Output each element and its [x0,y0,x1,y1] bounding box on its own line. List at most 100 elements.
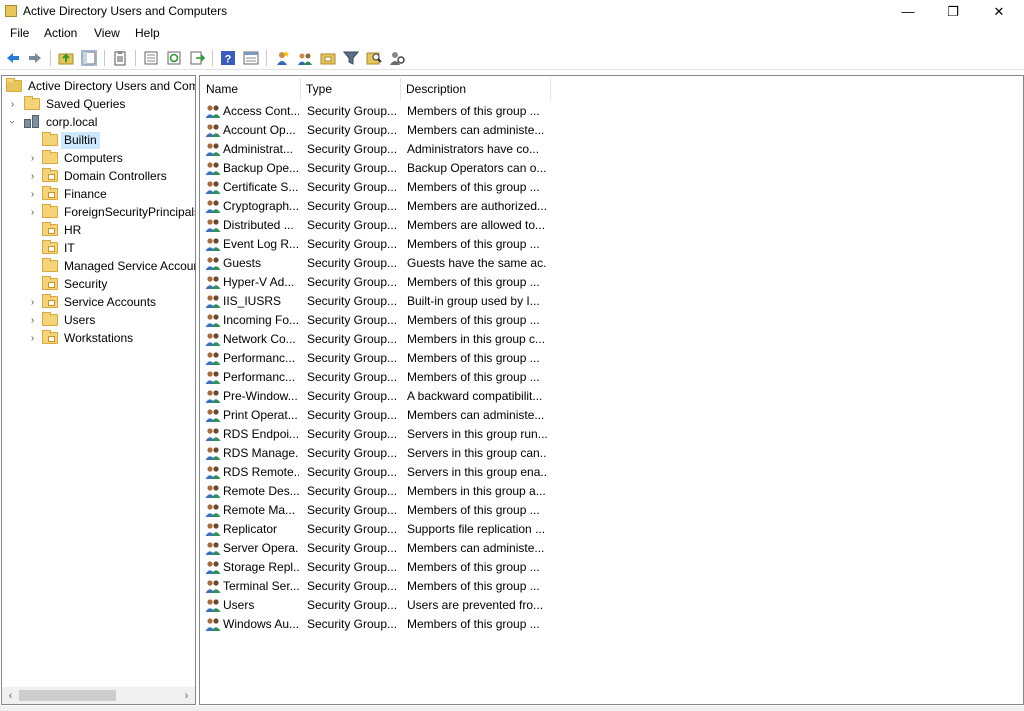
new-ou-icon[interactable] [320,50,336,66]
table-row[interactable]: Network Co... Security Group... Members in… [200,330,600,349]
tree-item[interactable]: HR [42,221,84,239]
tree-horizontal-scrollbar[interactable]: ‹ › [2,687,195,704]
expand-icon[interactable]: › [28,329,37,347]
table-row[interactable]: Event Log R... Security Group... Members o… [200,235,600,254]
cell-type: Security Group... [307,161,398,175]
cell-description: Members of this group ... [407,313,540,327]
table-row[interactable]: RDS Endpoi... Security Group... Servers in… [200,425,600,444]
table-row[interactable]: Incoming Fo... Security Group... Members o… [200,311,600,330]
folder-icon [42,312,58,326]
collapse-domain-icon[interactable]: › [4,118,22,127]
details-icon[interactable] [243,50,259,66]
cell-name: Replicator [223,522,278,536]
column-header-name[interactable]: Name [200,78,300,100]
cell-description: Members of this group ... [407,237,540,251]
tree-item[interactable]: Builtin [42,131,100,149]
table-row[interactable]: Remote Des... Security Group... Members in… [200,482,600,501]
table-row[interactable]: IIS_IUSRS Security Group... Built-in group… [200,292,600,311]
cell-description: Members of this group ... [407,370,540,384]
table-row[interactable]: Guests Security Group... Guests have the s… [200,254,600,273]
menu-action[interactable]: Action [44,26,77,40]
help-icon[interactable]: ? [220,50,236,66]
filter-icon[interactable] [343,50,359,66]
restore-button[interactable]: ❐ [930,0,976,23]
scroll-right-icon[interactable]: › [178,687,195,704]
security-group-icon [205,521,221,537]
table-row[interactable]: Print Operat... Security Group... Members … [200,406,600,425]
table-row[interactable]: Access Cont... Security Group... Members o… [200,102,600,121]
toolbar-separator [135,50,136,66]
expand-icon[interactable]: › [28,311,37,329]
tree-item[interactable]: Workstations [42,329,136,347]
back-icon[interactable] [5,50,21,66]
expand-icon[interactable]: › [28,203,37,221]
minimize-button[interactable]: — [885,0,931,23]
table-row[interactable]: Hyper-V Ad... Security Group... Members of… [200,273,600,292]
table-row[interactable]: Windows Au... Security Group... Members of… [200,615,600,634]
tree-item[interactable]: Users [42,311,98,329]
menu-help[interactable]: Help [135,26,160,40]
console-tree-pane[interactable]: Active Directory Users and Com › Saved Q… [1,75,196,705]
cell-description: Members of this group ... [407,104,540,118]
menu-file[interactable]: File [10,26,29,40]
tree-item[interactable]: ForeignSecurityPrincipals [42,203,195,221]
table-row[interactable]: Distributed ... Security Group... Members … [200,216,600,235]
expand-icon[interactable]: › [28,167,37,185]
tree-item-domain[interactable]: corp.local [24,113,100,131]
column-header-description[interactable]: Description [400,78,550,100]
properties-icon[interactable] [112,50,128,66]
tree-item[interactable]: Managed Service Accounts [42,257,195,275]
table-row[interactable]: Remote Ma... Security Group... Members of … [200,501,600,520]
menu-view[interactable]: View [94,26,120,40]
table-row[interactable]: Backup Ope... Security Group... Backup Ope… [200,159,600,178]
table-row[interactable]: Account Op... Security Group... Members ca… [200,121,600,140]
tree-item[interactable]: Domain Controllers [42,167,170,185]
table-row[interactable]: Storage Repl... Security Group... Members … [200,558,600,577]
table-row[interactable]: Server Opera... Security Group... Members … [200,539,600,558]
scroll-left-icon[interactable]: ‹ [2,687,19,704]
tree-item-label: Security [64,276,108,291]
export-icon[interactable] [189,50,205,66]
forward-icon[interactable] [27,50,43,66]
tree-item[interactable]: Computers [42,149,126,167]
cell-type: Security Group... [307,332,398,346]
column-header-type[interactable]: Type [300,78,400,100]
table-row[interactable]: RDS Manage... Security Group... Servers in… [200,444,600,463]
expand-icon[interactable]: › [28,293,37,311]
tree-item[interactable]: Security [42,275,110,293]
show-console-tree-icon[interactable] [81,50,97,66]
expand-saved-queries-icon[interactable]: › [8,95,17,113]
delegate-icon[interactable] [389,50,405,66]
table-row[interactable]: RDS Remote... Security Group... Servers in… [200,463,600,482]
expand-icon[interactable]: › [28,185,37,203]
table-row[interactable]: Administrat... Security Group... Administr… [200,140,600,159]
scrollbar-thumb[interactable] [19,690,116,701]
table-row[interactable]: Performanc... Security Group... Members of… [200,368,600,387]
close-button[interactable]: ✕ [976,0,1022,23]
tree-item[interactable]: Finance [42,185,110,203]
table-row[interactable]: Pre-Window... Security Group... A backward… [200,387,600,406]
cell-type: Security Group... [307,313,398,327]
svg-text:?: ? [225,54,232,66]
security-group-icon [205,198,221,214]
refresh-icon[interactable] [166,50,182,66]
table-row[interactable]: Cryptograph... Security Group... Members a… [200,197,600,216]
security-group-icon [205,407,221,423]
table-row[interactable]: Performanc... Security Group... Members of… [200,349,600,368]
expand-icon[interactable]: › [28,149,37,167]
tree-root[interactable]: Active Directory Users and Com [6,77,195,95]
find-icon[interactable] [366,50,382,66]
tree-item[interactable]: IT [42,239,78,257]
table-row[interactable]: Certificate S... Security Group... Members… [200,178,600,197]
new-group-icon[interactable] [297,50,313,66]
results-list-pane[interactable]: Name Type Description Access Cont... Secu… [199,75,1024,705]
table-row[interactable]: Terminal Ser... Security Group... Members … [200,577,600,596]
tree-item[interactable]: Service Accounts [42,293,159,311]
export-list-icon[interactable] [143,50,159,66]
table-row[interactable]: Replicator Security Group... Supports file… [200,520,600,539]
table-row[interactable]: Users Security Group... Users are prevente… [200,596,600,615]
new-user-icon[interactable] [274,50,290,66]
folder-icon [42,150,58,164]
tree-item-saved-queries[interactable]: Saved Queries [24,95,128,113]
up-folder-icon[interactable] [58,50,74,66]
